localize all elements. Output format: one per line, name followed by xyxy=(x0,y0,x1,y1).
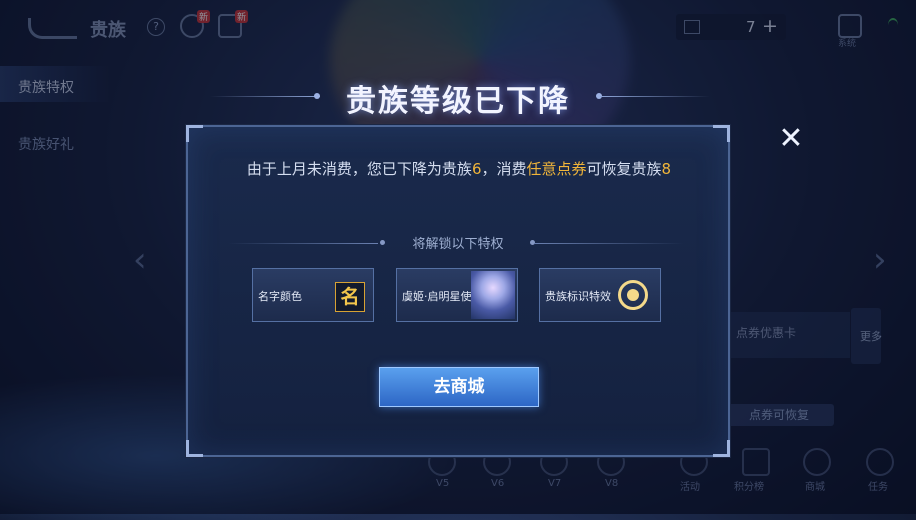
restore-level: 8 xyxy=(661,160,672,178)
corner-ornament xyxy=(186,440,203,457)
perk-label: 名字颜色 xyxy=(258,290,302,303)
perk-name-color[interactable]: 名字颜色 名 xyxy=(252,268,374,322)
corner-ornament xyxy=(713,125,730,142)
noble-emblem-icon xyxy=(618,280,648,310)
corner-ornament xyxy=(713,440,730,457)
corner-ornament xyxy=(186,125,203,142)
perks-heading: 将解锁以下特权 xyxy=(412,237,504,252)
perk-noble-emblem[interactable]: 贵族标识特效 xyxy=(539,268,661,322)
coupon-highlight: 任意点券 xyxy=(526,160,587,178)
perk-hero-skin[interactable]: 虞姬·启明星使 xyxy=(396,268,518,322)
perk-label: 贵族标识特效 xyxy=(545,290,611,303)
downgrade-message: 由于上月未消费，您已下降为贵族6，消费任意点券可恢复贵族8 xyxy=(234,157,684,181)
name-color-icon: 名 xyxy=(335,282,365,312)
message-text: ，消费 xyxy=(481,160,527,178)
go-to-shop-button[interactable]: 去商城 xyxy=(379,367,539,407)
hero-skin-portrait xyxy=(471,271,515,319)
message-text: 由于上月未消费，您已下降为贵族 xyxy=(246,160,472,178)
dialog-title: 贵族等级已下降 xyxy=(346,84,570,119)
downgrade-dialog: 由于上月未消费，您已下降为贵族6，消费任意点券可恢复贵族8 将解锁以下特权 名字… xyxy=(186,125,730,457)
close-icon[interactable]: ✕ xyxy=(776,124,806,154)
perk-label: 虞姬·启明星使 xyxy=(402,290,472,303)
message-text: 可恢复贵族 xyxy=(586,160,662,178)
